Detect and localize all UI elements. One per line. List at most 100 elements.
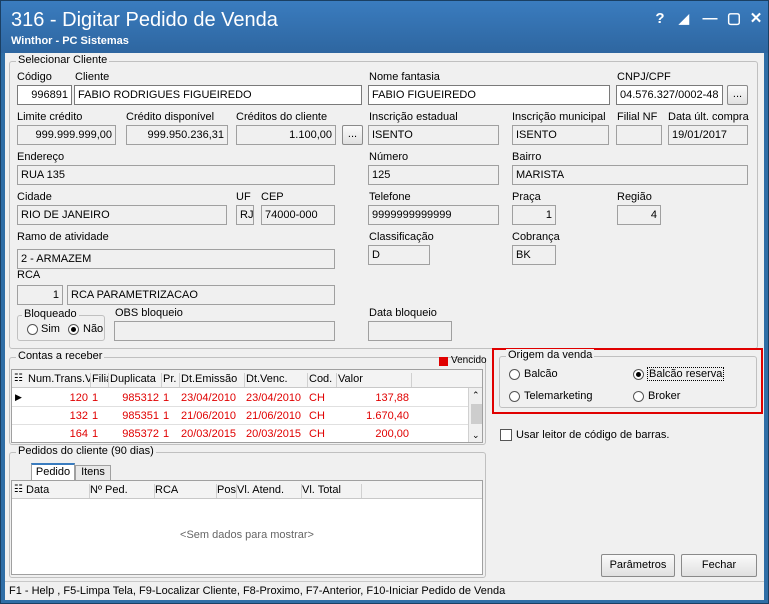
bloqueado-nao-radio[interactable] — [68, 324, 79, 335]
bloqueado-sim-radio[interactable] — [27, 324, 38, 335]
contas-cell[interactable]: 985312 — [110, 392, 159, 404]
contas-header-cell[interactable]: Cod. — [309, 373, 337, 387]
contas-header-cell[interactable]: Filia — [92, 373, 109, 387]
contas-cell[interactable]: 137,88 — [338, 392, 409, 404]
contas-cell[interactable]: 120 — [28, 392, 88, 404]
origem-telemarketing-radio[interactable] — [509, 391, 520, 402]
close-icon[interactable]: ✕ — [747, 10, 765, 28]
pedidos-header-cell[interactable]: RCA — [155, 484, 217, 498]
contas-cell[interactable]: 23/04/2010 — [246, 392, 305, 404]
origem-broker-radio[interactable] — [633, 391, 644, 402]
filial-label: Filial NF — [617, 111, 658, 123]
contas-header-cell[interactable]: Valor — [338, 373, 412, 387]
contas-cell[interactable]: 20/03/2015 — [246, 428, 305, 440]
contas-scrollbar[interactable]: ⌃ ⌄ — [468, 388, 482, 442]
origem-balcao-reserva-radio[interactable] — [633, 369, 644, 380]
filial-field — [616, 125, 662, 145]
window-subtitle: Winthor - PC Sistemas — [11, 35, 129, 47]
contas-header-cell[interactable]: Dt.Venc. — [246, 373, 308, 387]
row-divider — [12, 424, 468, 425]
cnpj-search-button[interactable]: ... — [727, 85, 748, 105]
contas-cell[interactable]: 20/03/2015 — [181, 428, 242, 440]
cobranca-label: Cobrança — [512, 231, 560, 243]
parametros-button[interactable]: Parâmetros — [601, 554, 675, 577]
cidade-field: RIO DE JANEIRO — [17, 205, 227, 225]
ie-label: Inscrição estadual — [369, 111, 458, 123]
scroll-down-icon[interactable]: ⌄ — [472, 430, 480, 441]
bloqueado-sim-label: Sim — [41, 323, 60, 335]
contas-cell[interactable]: 1 — [92, 410, 106, 422]
client-area: Selecionar Cliente Código 996891 Cliente… — [5, 53, 764, 600]
cnpj-field[interactable]: 04.576.327/0002-48 — [616, 85, 723, 105]
praca-field: 1 — [512, 205, 556, 225]
im-label: Inscrição municipal — [512, 111, 606, 123]
pedidos-empty-message: <Sem dados para mostrar> — [180, 529, 314, 541]
minimize-icon[interactable]: — — [701, 10, 719, 28]
grid-columns-icon[interactable]: ☷ — [14, 373, 23, 384]
telefone-label: Telefone — [369, 191, 411, 203]
contas-cell[interactable]: 21/06/2010 — [181, 410, 242, 422]
tab-pedido[interactable]: Pedido — [31, 463, 75, 480]
pedidos-header-cell[interactable]: Nº Ped. — [90, 484, 155, 498]
cep-label: CEP — [261, 191, 284, 203]
fechar-button[interactable]: Fechar — [681, 554, 757, 577]
cliente-field[interactable]: FABIO RODRIGUES FIGUEIREDO — [74, 85, 362, 105]
fantasia-field[interactable]: FABIO FIGUEIREDO — [368, 85, 610, 105]
restore-icon[interactable]: ◢ — [675, 10, 693, 28]
contas-cell[interactable]: 985372 — [110, 428, 159, 440]
creditos-detail-button[interactable]: ... — [342, 125, 363, 145]
tab-itens[interactable]: Itens — [75, 465, 111, 480]
origem-balcao-radio[interactable] — [509, 369, 520, 380]
contas-header-cell[interactable]: Dt.Emissão — [181, 373, 245, 387]
ramo-field: 2 - ARMAZEM — [17, 249, 335, 269]
contas-cell[interactable]: 1 — [92, 428, 106, 440]
pedidos-header-cell[interactable]: Vl. Total — [302, 484, 362, 498]
contas-cell[interactable]: CH — [309, 428, 334, 440]
codigo-field[interactable]: 996891 — [17, 85, 72, 105]
contas-header-cell[interactable]: Pr. — [163, 373, 180, 387]
contas-header-cell[interactable]: Duplicata — [110, 373, 162, 387]
contas-cell[interactable]: 1 — [163, 428, 177, 440]
contas-cell[interactable]: 1 — [163, 410, 177, 422]
maximize-icon[interactable]: ▢ — [725, 10, 743, 28]
data-compra-label: Data últ. compra — [668, 111, 749, 123]
pedidos-header-cell[interactable]: Pos — [217, 484, 237, 498]
scroll-up-icon[interactable]: ⌃ — [472, 390, 480, 401]
contas-cell[interactable]: 1 — [92, 392, 106, 404]
origem-balcao-reserva-label: Balcão reserva — [647, 367, 725, 381]
pedidos-header-cell[interactable]: Data — [26, 484, 90, 498]
regiao-field: 4 — [617, 205, 661, 225]
contas-grid[interactable]: ☷ Num.Trans.VFiliaDuplicataPr.Dt.EmissãoD… — [11, 369, 483, 443]
contas-cell[interactable]: 985351 — [110, 410, 159, 422]
contas-cell[interactable]: 23/04/2010 — [181, 392, 242, 404]
uf-label: UF — [236, 191, 251, 203]
title-bar: 316 - Digitar Pedido de Venda Winthor - … — [1, 1, 768, 53]
pedidos-header-cells: ☷ Data Nº Ped. RCA Pos Vl. Atend. Vl. Total — [12, 481, 482, 499]
contas-cell[interactable]: 132 — [28, 410, 88, 422]
data-compra-field: 19/01/2017 — [668, 125, 748, 145]
creditos-cli-label: Créditos do cliente — [236, 111, 328, 123]
bloqueado-label: Bloqueado — [22, 308, 79, 320]
help-icon[interactable]: ? — [651, 10, 669, 28]
credito-disp-field: 999.950.236,31 — [126, 125, 228, 145]
grid-columns-icon[interactable]: ☷ — [14, 484, 23, 495]
regiao-label: Região — [617, 191, 652, 203]
contas-cell[interactable]: CH — [309, 410, 334, 422]
contas-cell[interactable]: 200,00 — [338, 428, 409, 440]
scroll-thumb[interactable] — [471, 404, 482, 424]
contas-cell[interactable]: 164 — [28, 428, 88, 440]
row-divider — [12, 406, 468, 407]
leitor-checkbox[interactable] — [500, 429, 512, 441]
endereco-label: Endereço — [17, 151, 65, 163]
contas-cell[interactable]: 21/06/2010 — [246, 410, 305, 422]
rca-name-field: RCA PARAMETRIZACAO — [67, 285, 335, 305]
pedidos-header-cell[interactable]: Vl. Atend. — [237, 484, 302, 498]
cep-field: 74000-000 — [261, 205, 335, 225]
contas-cell[interactable]: CH — [309, 392, 334, 404]
contas-header-cell[interactable]: Num.Trans.V — [28, 373, 91, 387]
origem-group-label: Origem da venda — [506, 349, 595, 361]
contas-cell[interactable]: 1.670,40 — [338, 410, 409, 422]
pedidos-grid[interactable]: ☷ Data Nº Ped. RCA Pos Vl. Atend. Vl. Total <S… — [11, 480, 483, 575]
contas-cell[interactable]: 1 — [163, 392, 177, 404]
limite-label: Limite crédito — [17, 111, 83, 123]
